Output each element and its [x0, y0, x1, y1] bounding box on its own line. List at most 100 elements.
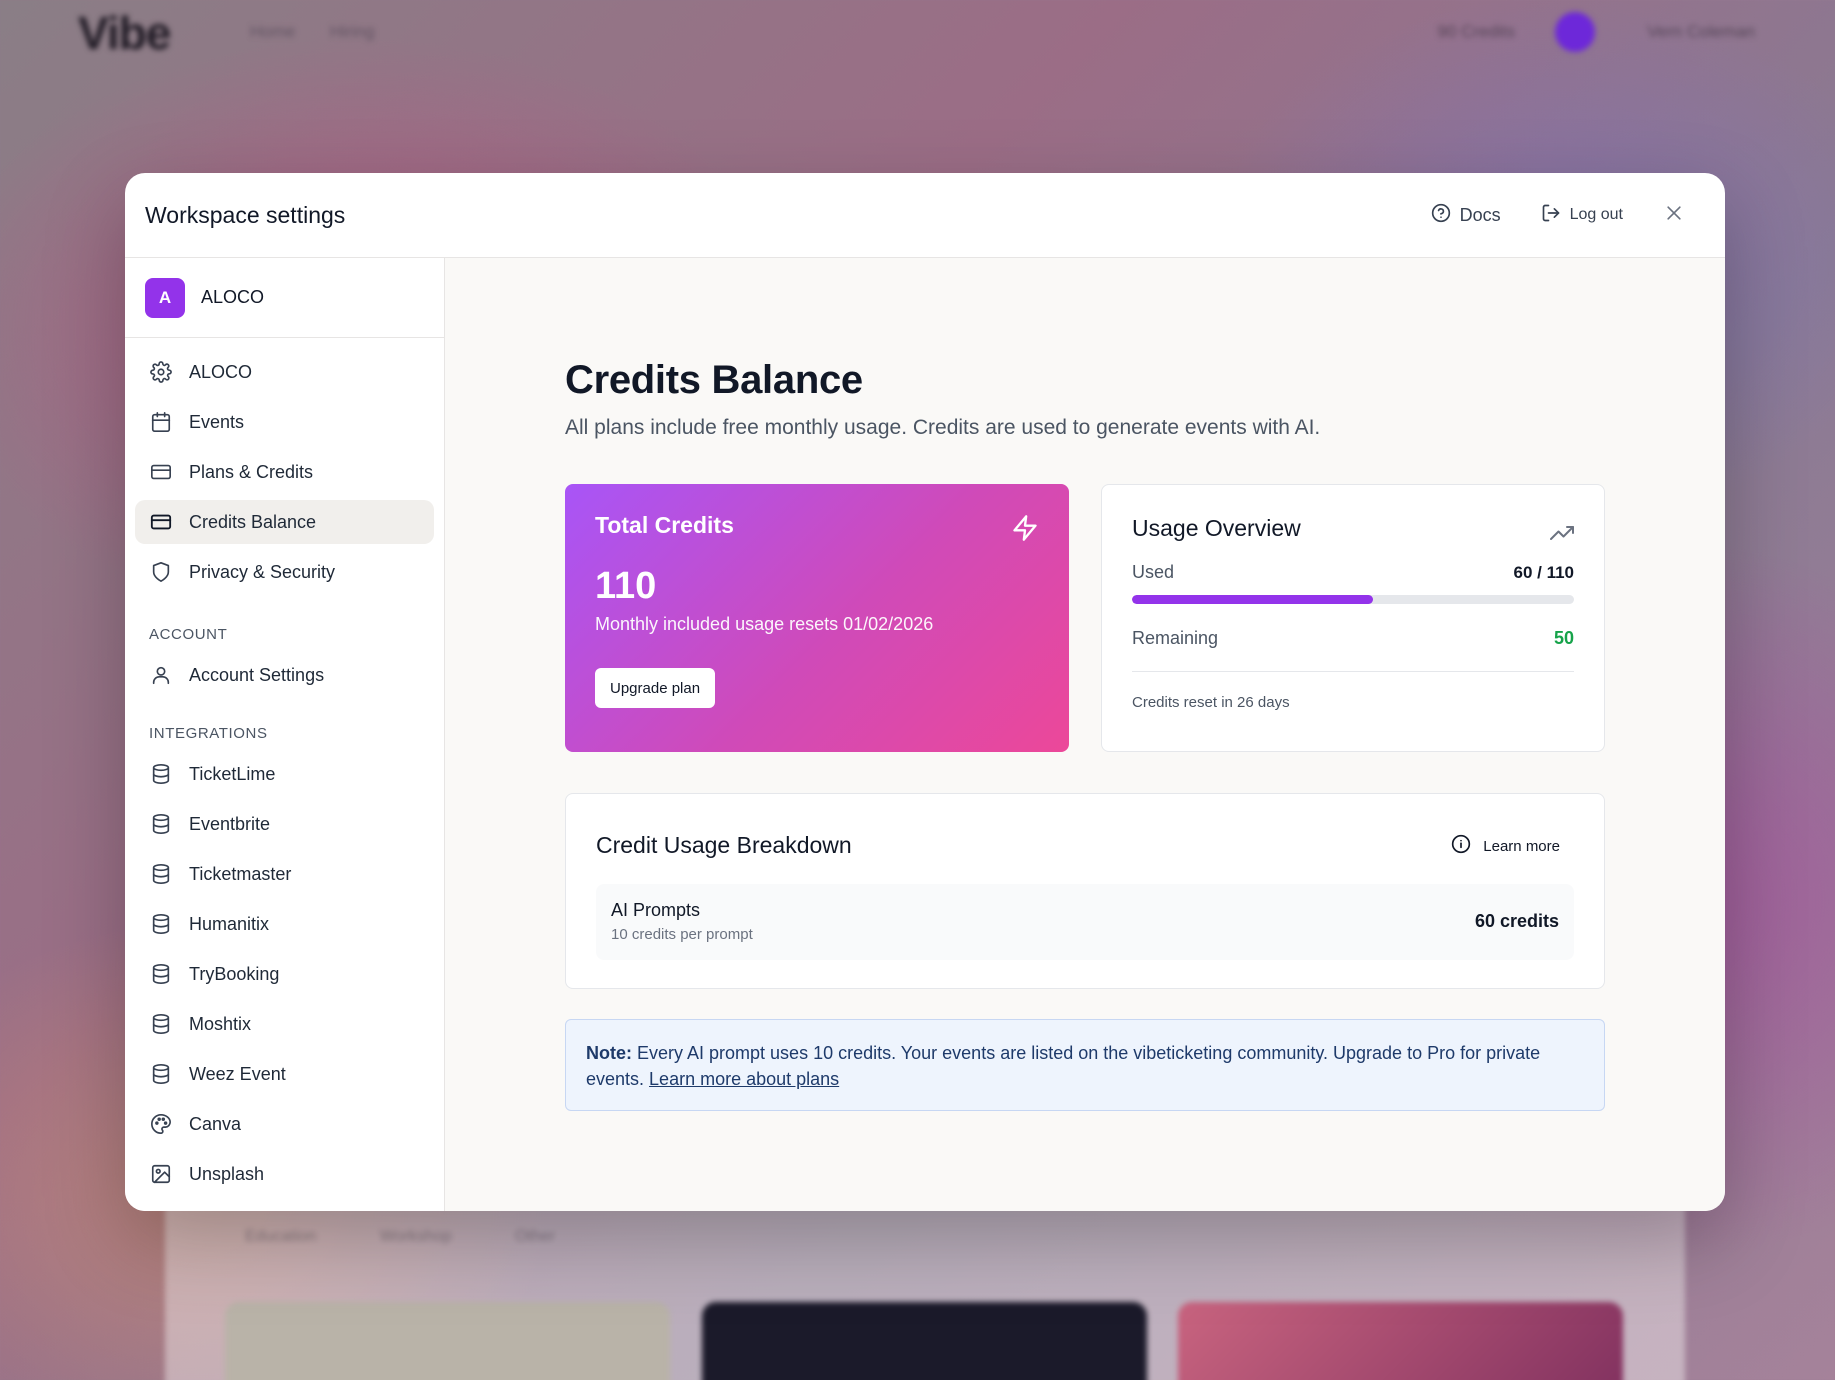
calendar-icon [149, 410, 173, 434]
header-actions: Docs Log out [1431, 202, 1705, 228]
trending-up-icon [1550, 521, 1574, 550]
log-out-icon [1541, 203, 1561, 228]
account-section-label: ACCOUNT [149, 626, 228, 643]
sidebar-item-label: Moshtix [189, 1013, 252, 1034]
database-icon [149, 862, 173, 886]
sidebar-item-label: ALOCO [189, 361, 253, 382]
workspace-settings-modal: Workspace settings Docs Log out A ALOCO … [125, 173, 1725, 1211]
sidebar-item-canva[interactable]: Canva [135, 1102, 434, 1146]
usage-overview-card: Usage Overview Used 60 / 110 Remaining 5… [1101, 484, 1605, 752]
logout-button[interactable]: Log out [1541, 203, 1623, 228]
workspace-avatar: A [145, 277, 185, 318]
background-tag: Workshop [380, 1228, 452, 1245]
background-card [225, 1302, 670, 1380]
total-credits-reset-text: Monthly included usage resets 01/02/2026 [595, 614, 934, 634]
sidebar-item-moshtix[interactable]: Moshtix [135, 1002, 434, 1046]
database-icon [149, 912, 173, 936]
sidebar-item-label: Humanitix [189, 913, 270, 934]
used-value: 60 / 110 [1513, 562, 1574, 582]
close-button[interactable] [1661, 202, 1687, 228]
close-icon [1664, 203, 1684, 228]
sidebar-item-humanitix[interactable]: Humanitix [135, 902, 434, 946]
database-icon [149, 962, 173, 986]
sidebar-item-label: Events [189, 411, 245, 432]
learn-more-label: Learn more [1483, 837, 1560, 855]
modal-header: Workspace settings Docs Log out [125, 173, 1725, 258]
sidebar-item-label: TryBooking [189, 963, 280, 984]
sidebar-item-ticketmaster[interactable]: Ticketmaster [135, 852, 434, 896]
background-card [702, 1302, 1147, 1380]
upgrade-plan-button[interactable]: Upgrade plan [595, 668, 716, 708]
database-icon [149, 762, 173, 786]
page-title: Credits Balance [565, 358, 863, 402]
note-label: Note: [586, 1043, 632, 1063]
user-icon [149, 663, 173, 687]
sidebar-item-label: Credits Balance [189, 511, 317, 532]
sidebar-item-account-settings[interactable]: Account Settings [135, 653, 434, 697]
workspace-switcher[interactable]: A ALOCO [125, 258, 444, 338]
logout-label: Log out [1569, 206, 1623, 223]
used-label: Used [1132, 562, 1175, 582]
remaining-value: 50 [1553, 628, 1574, 648]
docs-button[interactable]: Docs [1431, 203, 1501, 228]
docs-label: Docs [1459, 204, 1501, 225]
settings-sidebar: A ALOCO ALOCO Events Plans & Credits Cre… [125, 258, 445, 1211]
sidebar-nav: ALOCO Events Plans & Credits Credits Bal… [125, 338, 444, 594]
usage-progress-fill [1132, 595, 1373, 604]
sidebar-item-label: TicketLime [189, 763, 276, 784]
sidebar-item-weez-event[interactable]: Weez Event [135, 1052, 434, 1096]
total-credits-value: 110 [595, 565, 657, 607]
sidebar-item-label: Unsplash [189, 1163, 265, 1184]
background-avatar [1555, 12, 1595, 52]
background-user-name: Vern Coleman [1647, 22, 1755, 41]
remaining-row: Remaining 50 [1132, 628, 1574, 649]
sidebar-item-label: Eventbrite [189, 813, 271, 834]
sidebar-item-label: Plans & Credits [189, 461, 314, 482]
background-nav-link-hiring: Hiring [330, 22, 375, 41]
gear-icon [149, 360, 173, 384]
database-icon [149, 1062, 173, 1086]
sidebar-item-ticketlime[interactable]: TicketLime [135, 752, 434, 796]
sidebar-item-trybooking[interactable]: TryBooking [135, 952, 434, 996]
account-nav: Account Settings [125, 651, 444, 697]
usage-progress-bar [1132, 595, 1574, 604]
lightning-bolt-icon [1011, 514, 1039, 547]
remaining-label: Remaining [1132, 628, 1219, 648]
divider [1132, 671, 1574, 672]
shield-icon [149, 560, 173, 584]
sidebar-item-events[interactable]: Events [135, 400, 434, 444]
help-circle-icon [1431, 203, 1451, 228]
background-credits: 90 Credits [1437, 22, 1515, 41]
background-card [1178, 1302, 1623, 1380]
breakdown-row-value: 60 credits [1474, 911, 1559, 931]
background-logo: Vibe [78, 7, 171, 59]
breakdown-row-desc: 10 credits per prompt [611, 926, 753, 943]
sidebar-item-plans-credits[interactable]: Plans & Credits [135, 450, 434, 494]
sidebar-item-label: Ticketmaster [189, 863, 292, 884]
breakdown-title: Credit Usage Breakdown [596, 832, 852, 858]
total-credits-card: Total Credits 110 Monthly included usage… [565, 484, 1069, 752]
sidebar-item-eventbrite[interactable]: Eventbrite [135, 802, 434, 846]
credit-card-icon [149, 510, 173, 534]
integrations-nav: TicketLime Eventbrite Ticketmaster Human… [125, 750, 444, 1196]
integrations-section-label: INTEGRATIONS [149, 725, 268, 742]
credit-card-icon [149, 460, 173, 484]
credits-reset-footer: Credits reset in 26 days [1132, 694, 1290, 711]
background-tag: Education [245, 1228, 317, 1245]
sidebar-item-privacy-security[interactable]: Privacy & Security [135, 550, 434, 594]
main-content: Credits Balance All plans include free m… [445, 258, 1725, 1211]
learn-more-about-plans-link[interactable]: Learn more about plans [649, 1069, 839, 1089]
learn-more-button[interactable]: Learn more [1451, 834, 1560, 858]
database-icon [149, 812, 173, 836]
sidebar-item-label: Canva [189, 1113, 242, 1134]
workspace-name: ALOCO [201, 287, 265, 307]
page-subtitle: All plans include free monthly usage. Cr… [565, 416, 1321, 439]
modal-title: Workspace settings [145, 201, 346, 228]
note-box: Note: Every AI prompt uses 10 credits. Y… [565, 1019, 1605, 1111]
sidebar-item-credits-balance[interactable]: Credits Balance [135, 500, 434, 544]
background-tag: Other [515, 1228, 556, 1245]
breakdown-row-name: AI Prompts [611, 900, 701, 920]
sidebar-item-unsplash[interactable]: Unsplash [135, 1152, 434, 1196]
sidebar-item-aloco[interactable]: ALOCO [135, 350, 434, 394]
total-credits-title: Total Credits [595, 512, 734, 538]
